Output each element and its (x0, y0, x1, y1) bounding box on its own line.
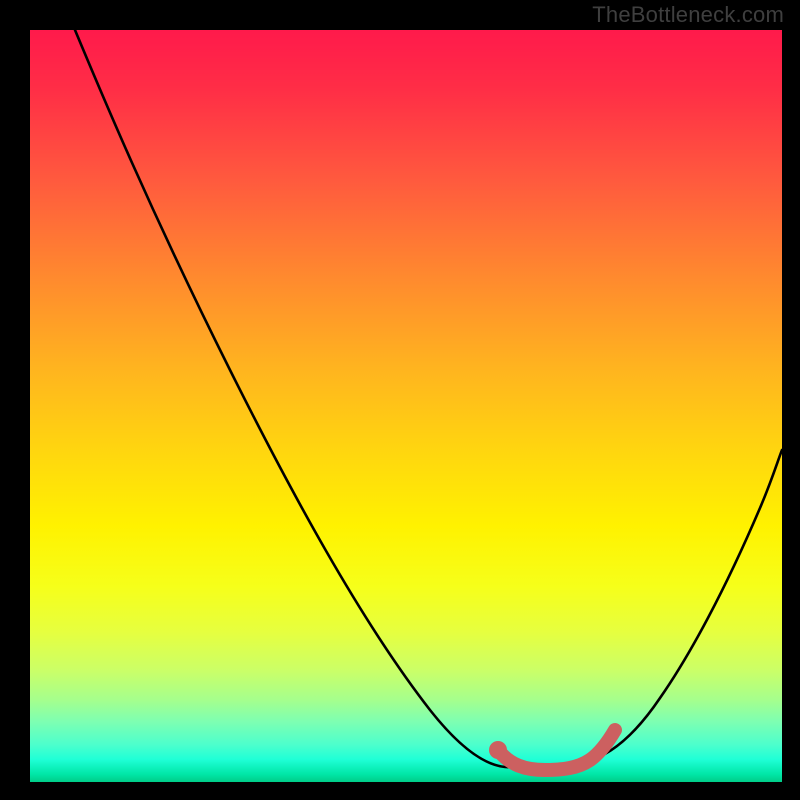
optimal-zone-start-dot (489, 741, 507, 759)
bottleneck-curve (75, 30, 782, 767)
plot-area (30, 30, 782, 782)
optimal-zone-highlight (498, 730, 615, 770)
curve-layer (30, 30, 782, 782)
chart-frame (12, 12, 788, 788)
watermark-text: TheBottleneck.com (592, 2, 784, 28)
